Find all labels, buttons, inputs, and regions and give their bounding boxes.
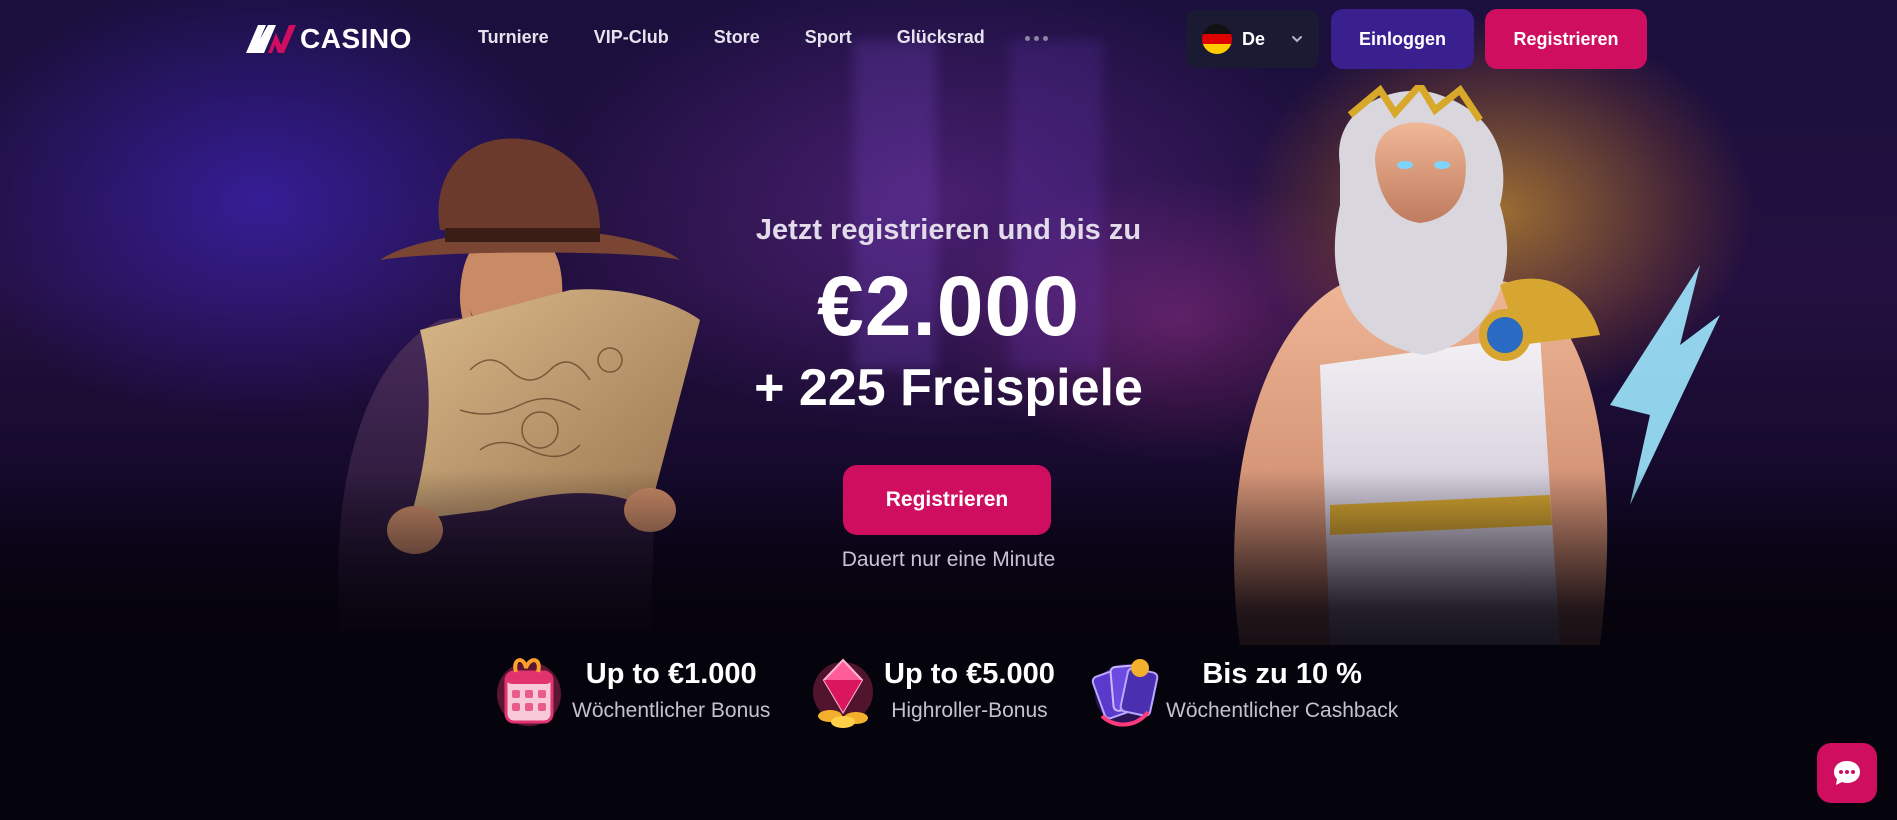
feature-highroller-bonus[interactable]: Up to €5.000 Highroller-Bonus — [808, 650, 1055, 730]
nav-link-turniere[interactable]: Turniere — [478, 27, 549, 48]
nav-link-gluecksrad[interactable]: Glücksrad — [897, 27, 985, 48]
hero-free-spins: + 225 Freispiele — [754, 359, 1143, 417]
hero-bonus-amount: €2.000 — [817, 259, 1080, 353]
nav-link-vip-club[interactable]: VIP-Club — [594, 27, 669, 48]
ellipsis-icon[interactable] — [1025, 36, 1048, 41]
germany-flag-icon — [1202, 24, 1232, 54]
feature-title: Up to €5.000 — [884, 657, 1055, 690]
language-selector[interactable]: De — [1186, 10, 1319, 68]
chat-bubble-icon — [1834, 761, 1860, 785]
landing-page: CASINO Turniere VIP-Club Store Sport Glü… — [0, 0, 1897, 820]
main-menu: Turniere VIP-Club Store Sport Glücksrad — [478, 27, 985, 48]
top-navigation: CASINO Turniere VIP-Club Store Sport Glü… — [0, 0, 1897, 78]
nav-link-store[interactable]: Store — [714, 27, 760, 48]
nav-link-sport[interactable]: Sport — [805, 27, 852, 48]
brand-logo[interactable]: CASINO — [246, 23, 412, 54]
calendar-gift-icon — [497, 658, 561, 726]
logo-mark-icon — [246, 25, 296, 53]
register-button-header[interactable]: Registrieren — [1485, 9, 1647, 69]
feature-title: Bis zu 10 % — [1202, 657, 1362, 690]
feature-subtitle: Wöchentlicher Cashback — [1166, 698, 1399, 722]
bonus-features: Up to €1.000 Wöchentlicher Bonus Up to €… — [0, 650, 1897, 750]
feature-subtitle: Wöchentlicher Bonus — [572, 698, 771, 722]
chevron-down-icon — [1292, 36, 1303, 43]
cards-cashback-icon — [1091, 659, 1159, 727]
gem-coins-icon — [813, 658, 873, 728]
logo-text: CASINO — [300, 23, 412, 54]
live-chat-button[interactable] — [1817, 743, 1877, 803]
register-button-hero[interactable]: Registrieren — [843, 465, 1051, 535]
hero-pretitle: Jetzt registrieren und bis zu — [755, 214, 1142, 246]
feature-subtitle: Highroller-Bonus — [891, 698, 1048, 722]
hero-subtext: Dauert nur eine Minute — [841, 548, 1056, 571]
language-label: De — [1242, 28, 1266, 49]
feature-weekly-cashback[interactable]: Bis zu 10 % Wöchentlicher Cashback — [1090, 650, 1398, 730]
feature-title: Up to €1.000 — [585, 657, 757, 690]
feature-weekly-bonus[interactable]: Up to €1.000 Wöchentlicher Bonus — [496, 650, 770, 730]
login-button[interactable]: Einloggen — [1331, 9, 1474, 69]
